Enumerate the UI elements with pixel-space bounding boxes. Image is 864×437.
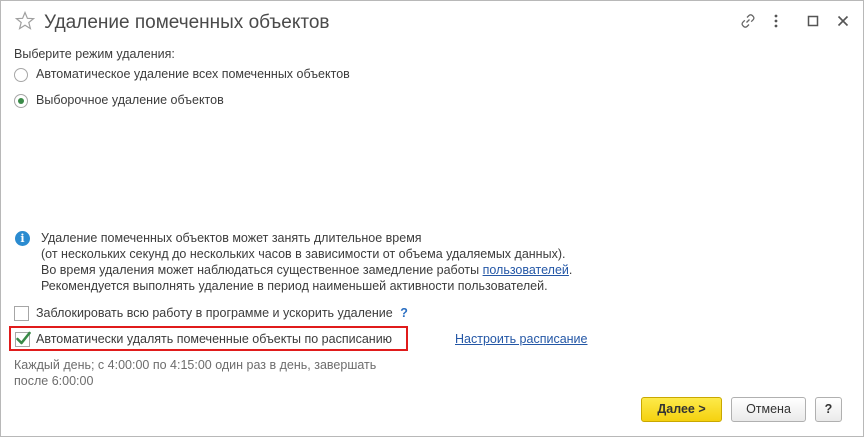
radio-auto-delete[interactable] [14,68,28,82]
block-work-label-text: Заблокировать всю работу в программе и у… [36,306,393,320]
info-line-3-suffix: . [568,263,573,277]
radio-selective-delete[interactable] [14,94,28,108]
info-line-3-text: Во время удаления может наблюдаться суще… [41,263,483,277]
cancel-button[interactable]: Отмена [731,397,806,422]
info-line-2: (от нескольких секунд до нескольких часо… [41,247,566,261]
info-icon: i [15,231,30,246]
favorite-star-icon[interactable] [15,11,35,31]
radio-selected-dot [18,98,24,104]
mode-label: Выберите режим удаления: [14,47,175,61]
users-link[interactable]: пользователей [483,263,569,277]
help-button[interactable]: ? [815,397,842,422]
info-line-4: Рекомендуется выполнять удаление в перио… [41,279,548,293]
checkmark-icon [16,331,31,345]
configure-schedule-link[interactable]: Настроить расписание [455,332,588,346]
radio-selective-delete-label[interactable]: Выборочное удаление объектов [36,93,224,107]
radio-auto-delete-label[interactable]: Автоматическое удаление всех помеченных … [36,67,350,81]
schedule-hint-line-1: Каждый день; с 4:00:00 по 4:15:00 один р… [14,358,377,372]
maximize-icon[interactable] [805,13,821,29]
schedule-label[interactable]: Автоматически удалять помеченные объекты… [36,332,392,346]
close-icon[interactable] [835,13,851,29]
schedule-hint-line-2: после 6:00:00 [14,374,94,388]
link-icon[interactable] [740,13,756,29]
block-work-label[interactable]: Заблокировать всю работу в программе и у… [36,306,408,320]
window-title: Удаление помеченных объектов [44,12,330,33]
schedule-checkbox[interactable] [15,331,31,347]
block-work-help-icon[interactable]: ? [400,306,408,320]
next-button[interactable]: Далее > [641,397,722,422]
info-line-3: Во время удаления может наблюдаться суще… [41,263,572,277]
info-line-1: Удаление помеченных объектов может занят… [41,231,422,245]
block-work-checkbox[interactable] [14,306,29,321]
title-bar: Удаление помеченных объектов [1,1,863,41]
dialog-window: Удаление помеченных объектов Выберите ре… [0,0,864,437]
more-options-icon[interactable] [768,13,784,29]
